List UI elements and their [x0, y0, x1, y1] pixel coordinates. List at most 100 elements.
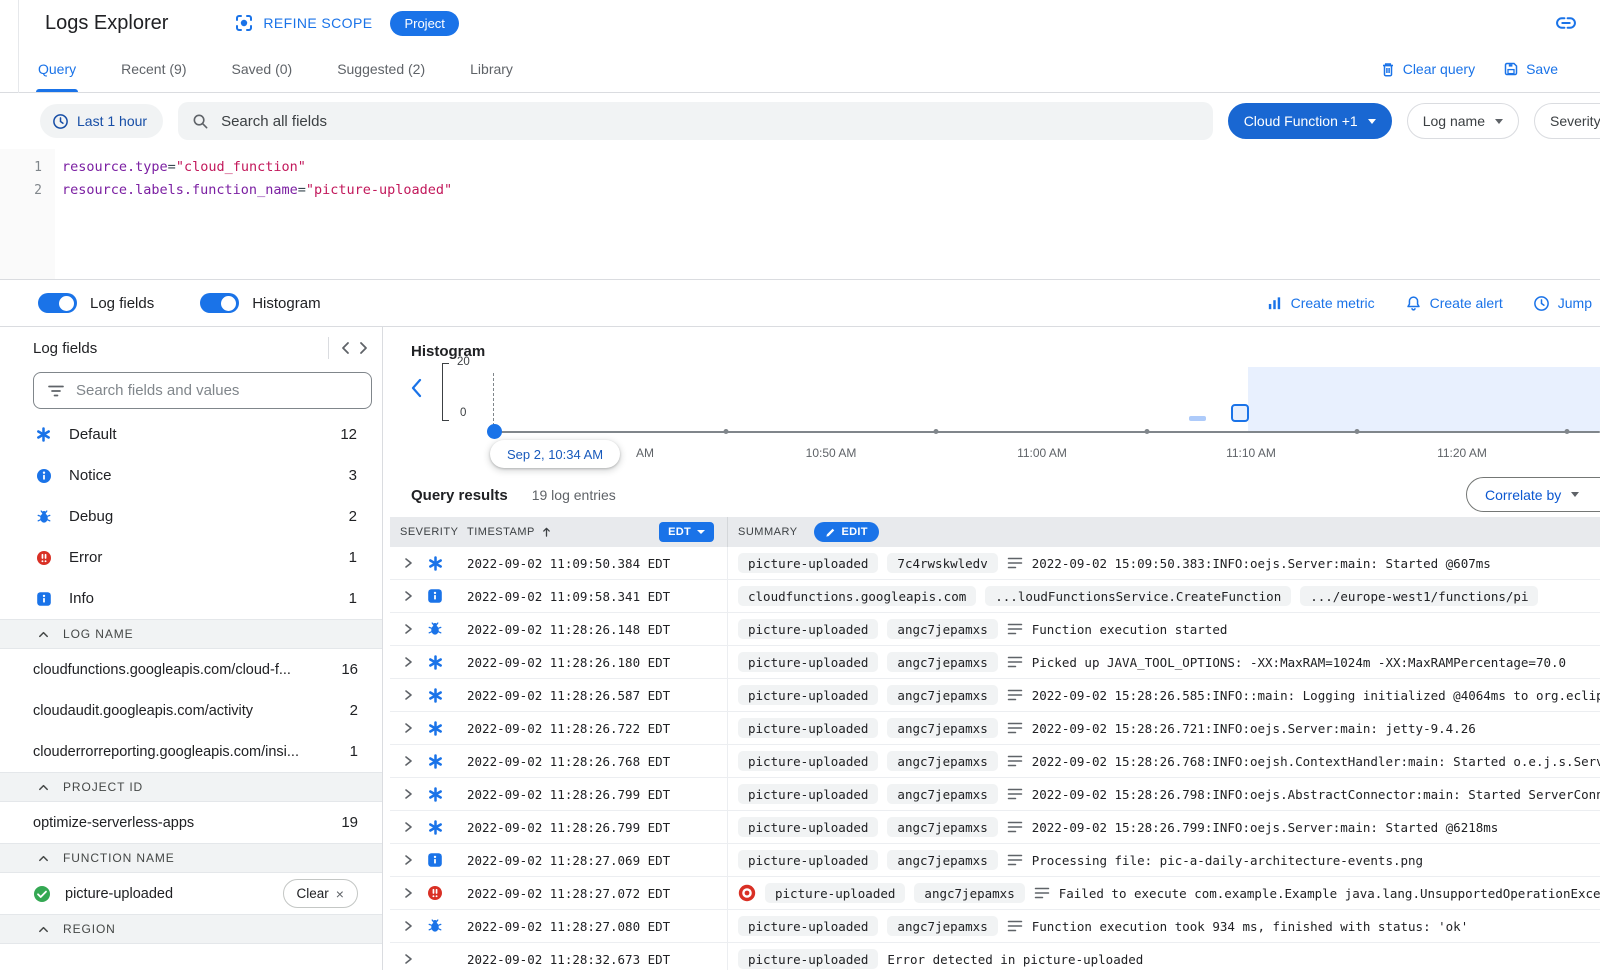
- field-section-header[interactable]: FUNCTION NAME: [0, 843, 382, 873]
- expand-chevron-icon[interactable]: [402, 953, 414, 965]
- log-entry-row[interactable]: 2022-09-02 11:28:27.069 EDT picture-uplo…: [390, 844, 1600, 877]
- log-chip[interactable]: picture-uploaded: [738, 751, 878, 771]
- field-value-row[interactable]: clouderrorreporting.googleapis.com/insi.…: [0, 731, 382, 772]
- log-chip[interactable]: picture-uploaded: [738, 619, 878, 639]
- expand-chevron-icon[interactable]: [402, 887, 414, 899]
- log-chip[interactable]: ...loudFunctionsService.CreateFunction: [985, 586, 1291, 606]
- chevron-right-icon[interactable]: [359, 341, 368, 355]
- severity-filter-row[interactable]: Default 12: [0, 414, 382, 455]
- log-chip[interactable]: angc7jepamxs: [887, 850, 997, 870]
- log-chip[interactable]: angc7jepamxs: [887, 751, 997, 771]
- log-entry-row[interactable]: 2022-09-02 11:28:26.768 EDT picture-uplo…: [390, 745, 1600, 778]
- tab-suggested[interactable]: Suggested (2): [335, 46, 427, 92]
- fields-search-box[interactable]: [33, 372, 372, 409]
- log-chip[interactable]: cloudfunctions.googleapis.com: [738, 586, 976, 606]
- log-chip[interactable]: picture-uploaded: [738, 652, 878, 672]
- log-chip[interactable]: angc7jepamxs: [887, 619, 997, 639]
- log-chip[interactable]: .../europe-west1/functions/pi: [1300, 586, 1538, 606]
- severity-filter-row[interactable]: Info 1: [0, 578, 382, 619]
- search-all-fields[interactable]: [178, 102, 1213, 140]
- log-name-dropdown[interactable]: Log name: [1407, 103, 1519, 139]
- field-value-row[interactable]: optimize-serverless-apps 19 ×: [0, 802, 382, 843]
- log-fields-toggle[interactable]: [38, 293, 77, 313]
- log-entry-row[interactable]: 2022-09-02 11:28:26.799 EDT picture-uplo…: [390, 778, 1600, 811]
- create-alert-button[interactable]: Create alert: [1405, 295, 1503, 312]
- editor-code[interactable]: resource.type="cloud_function" resource.…: [55, 149, 452, 279]
- log-chip[interactable]: angc7jepamxs: [887, 784, 997, 804]
- expand-chevron-icon[interactable]: [402, 755, 414, 767]
- expand-chevron-icon[interactable]: [402, 854, 414, 866]
- panel-collapse-controls[interactable]: [328, 337, 368, 359]
- log-entry-row[interactable]: 2022-09-02 11:28:26.722 EDT picture-uplo…: [390, 712, 1600, 745]
- resource-filter-dropdown[interactable]: Cloud Function +1: [1228, 103, 1392, 139]
- timezone-dropdown[interactable]: EDT: [659, 522, 714, 542]
- save-button[interactable]: Save: [1503, 61, 1558, 77]
- field-section-header[interactable]: PROJECT ID: [0, 772, 382, 802]
- severity-filter-row[interactable]: Debug 2: [0, 496, 382, 537]
- field-value-row[interactable]: picture-uploaded Clear ×: [0, 873, 382, 914]
- fields-search-input[interactable]: [76, 382, 358, 399]
- timestamp-column-header[interactable]: TIMESTAMP EDT: [457, 517, 727, 547]
- correlate-by-button[interactable]: Correlate by: [1466, 477, 1600, 512]
- time-range-selection[interactable]: [1248, 367, 1600, 431]
- chevron-left-icon[interactable]: [341, 341, 350, 355]
- expand-chevron-icon[interactable]: [402, 623, 414, 635]
- log-entry-row[interactable]: 2022-09-02 11:28:26.180 EDT picture-uplo…: [390, 646, 1600, 679]
- clear-filter-button[interactable]: Clear ×: [283, 879, 358, 908]
- severity-filter-row[interactable]: Error 1: [0, 537, 382, 578]
- sort-ascending-icon[interactable]: [541, 526, 552, 538]
- selection-handle[interactable]: [1231, 404, 1249, 422]
- share-link-button[interactable]: [1554, 13, 1578, 33]
- create-metric-button[interactable]: Create metric: [1266, 295, 1375, 312]
- log-chip[interactable]: angc7jepamxs: [887, 718, 997, 738]
- log-chip[interactable]: angc7jepamxs: [887, 652, 997, 672]
- log-entry-row[interactable]: 2022-09-02 11:28:27.072 EDT picture-uplo…: [390, 877, 1600, 910]
- tab-library[interactable]: Library: [468, 46, 515, 92]
- log-chip[interactable]: angc7jepamxs: [887, 685, 997, 705]
- search-input[interactable]: [221, 113, 1199, 130]
- field-value-row[interactable]: cloudfunctions.googleapis.com/cloud-f...…: [0, 649, 382, 690]
- log-chip[interactable]: picture-uploaded: [738, 784, 878, 804]
- clear-query-button[interactable]: Clear query: [1380, 61, 1475, 78]
- expand-chevron-icon[interactable]: [402, 920, 414, 932]
- log-chip[interactable]: angc7jepamxs: [887, 817, 997, 837]
- query-editor[interactable]: 1 2 resource.type="cloud_function" resou…: [0, 149, 1600, 279]
- expand-chevron-icon[interactable]: [402, 821, 414, 833]
- log-chip[interactable]: picture-uploaded: [738, 916, 878, 936]
- edit-summary-button[interactable]: EDIT: [814, 522, 879, 542]
- field-section-header[interactable]: LOG NAME: [0, 619, 382, 649]
- jump-to-now-button[interactable]: Jump: [1533, 295, 1592, 312]
- log-chip[interactable]: picture-uploaded: [738, 817, 878, 837]
- expand-chevron-icon[interactable]: [402, 689, 414, 701]
- log-chip[interactable]: picture-uploaded: [738, 718, 878, 738]
- log-chip[interactable]: 7c4rwskwledv: [887, 553, 997, 573]
- scope-project-badge[interactable]: Project: [390, 11, 458, 36]
- expand-chevron-icon[interactable]: [402, 722, 414, 734]
- severity-dropdown[interactable]: Severity: [1534, 103, 1600, 139]
- log-entry-row[interactable]: 2022-09-02 11:28:26.148 EDT picture-uplo…: [390, 613, 1600, 646]
- tab-query[interactable]: Query: [36, 46, 78, 92]
- severity-filter-row[interactable]: Notice 3: [0, 455, 382, 496]
- tab-recent[interactable]: Recent (9): [119, 46, 188, 92]
- tab-saved[interactable]: Saved (0): [229, 46, 294, 92]
- expand-chevron-icon[interactable]: [402, 590, 414, 602]
- log-entry-row[interactable]: 2022-09-02 11:28:32.673 EDT picture-uplo…: [390, 943, 1600, 970]
- log-entry-row[interactable]: 2022-09-02 11:09:58.341 EDT cloudfunctio…: [390, 580, 1600, 613]
- log-chip[interactable]: picture-uploaded: [738, 553, 878, 573]
- expand-chevron-icon[interactable]: [402, 557, 414, 569]
- log-entry-row[interactable]: 2022-09-02 11:28:27.080 EDT picture-uplo…: [390, 910, 1600, 943]
- log-chip[interactable]: picture-uploaded: [765, 883, 905, 903]
- log-entry-row[interactable]: 2022-09-02 11:09:50.384 EDT picture-uplo…: [390, 547, 1600, 580]
- log-entry-row[interactable]: 2022-09-02 11:28:26.799 EDT picture-uplo…: [390, 811, 1600, 844]
- expand-chevron-icon[interactable]: [402, 788, 414, 800]
- field-value-row[interactable]: cloudaudit.googleapis.com/activity 2 ×: [0, 690, 382, 731]
- field-section-header[interactable]: REGION: [0, 914, 382, 944]
- log-chip[interactable]: angc7jepamxs: [914, 883, 1024, 903]
- log-chip[interactable]: picture-uploaded: [738, 949, 878, 969]
- refine-scope-button[interactable]: REFINE SCOPE: [234, 13, 372, 33]
- log-chip[interactable]: angc7jepamxs: [887, 916, 997, 936]
- time-range-button[interactable]: Last 1 hour: [40, 104, 163, 138]
- log-entry-row[interactable]: 2022-09-02 11:28:26.587 EDT picture-uplo…: [390, 679, 1600, 712]
- log-chip[interactable]: picture-uploaded: [738, 685, 878, 705]
- histogram-scroll-left-button[interactable]: [409, 377, 423, 399]
